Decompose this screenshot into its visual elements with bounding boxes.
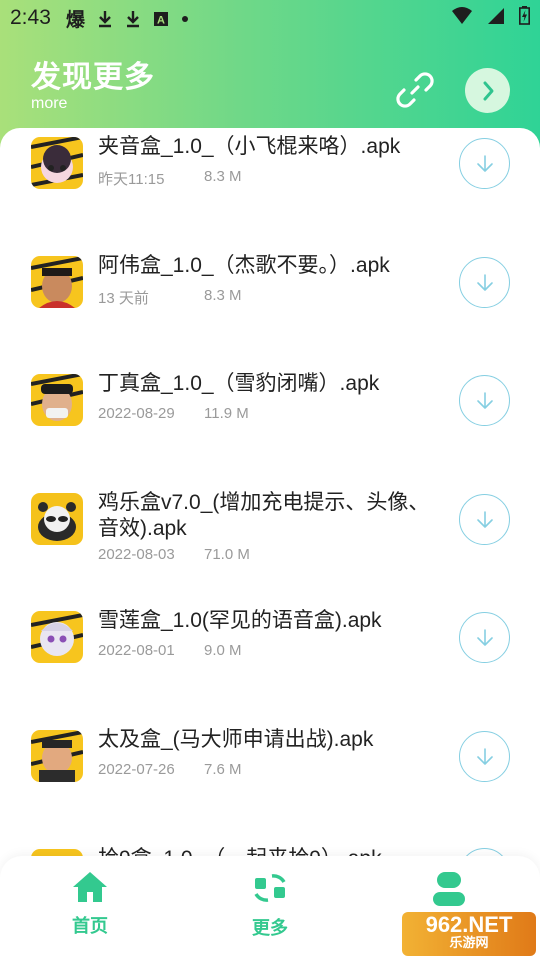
status-system-icons bbox=[451, 6, 530, 25]
download-arrow-icon bbox=[476, 510, 493, 528]
flame-text-icon: 爆 bbox=[66, 10, 86, 31]
file-meta: 2022-08-29 11.9 M bbox=[98, 405, 249, 422]
watermark-main: 962.NET bbox=[425, 912, 513, 937]
download-arrow-icon bbox=[476, 747, 493, 765]
signal-icon bbox=[488, 7, 504, 24]
chevron-right-icon bbox=[483, 81, 493, 100]
file-size: 7.6 M bbox=[204, 761, 242, 778]
file-date: 2022-07-26 bbox=[98, 761, 175, 778]
list-item[interactable]: 鸡乐盒v7.0_(增加充电提示、头像、音效).apk 2022-08-03 71.… bbox=[0, 484, 540, 594]
file-date: 13 天前 bbox=[98, 290, 149, 307]
app-icon bbox=[31, 611, 83, 663]
list-item[interactable]: 雪莲盒_1.0(罕见的语音盒).apk 2022-08-01 9.0 M bbox=[0, 602, 540, 712]
page-title: 发现更多 bbox=[31, 61, 155, 94]
list-item[interactable]: 夹音盒_1.0_（小飞棍来咯）.apk 昨天11:15 8.3 M bbox=[0, 128, 540, 238]
file-meta: 2022-07-26 7.6 M bbox=[98, 761, 242, 778]
status-bar: 2:43 爆 A bbox=[0, 0, 540, 36]
user-icon bbox=[433, 872, 465, 906]
download-icon bbox=[99, 10, 112, 27]
svg-text:A: A bbox=[157, 14, 165, 26]
download-icon bbox=[127, 10, 140, 27]
file-size: 8.3 M bbox=[204, 168, 242, 185]
file-meta: 昨天11:15 8.3 M bbox=[98, 168, 242, 189]
file-name: 夹音盒_1.0_（小飞棍来咯）.apk bbox=[98, 135, 401, 158]
file-meta: 2022-08-01 9.0 M bbox=[98, 642, 242, 659]
download-arrow-icon bbox=[476, 154, 493, 172]
download-button[interactable] bbox=[459, 138, 510, 189]
download-arrow-icon bbox=[476, 273, 493, 291]
app-icon bbox=[31, 137, 83, 189]
file-date: 2022-08-01 bbox=[98, 642, 175, 659]
link-button[interactable] bbox=[393, 68, 437, 112]
list-item[interactable]: 太及盒_(马大师申请出战).apk 2022-07-26 7.6 M bbox=[0, 721, 540, 831]
file-name: 雪莲盒_1.0(罕见的语音盒).apk bbox=[98, 609, 382, 632]
file-date: 2022-08-03 bbox=[98, 546, 175, 563]
file-list: 夹音盒_1.0_（小飞棍来咯）.apk 昨天11:15 8.3 M 阿伟盒_1.0… bbox=[0, 128, 540, 858]
file-size: 9.0 M bbox=[204, 642, 242, 659]
status-time: 2:43 bbox=[10, 6, 51, 29]
list-item[interactable]: 丁真盒_1.0_（雪豹闭嘴）.apk 2022-08-29 11.9 M bbox=[0, 365, 540, 475]
a-icon: A bbox=[154, 11, 169, 26]
nav-home-label: 首页 bbox=[72, 916, 108, 936]
download-arrow-icon bbox=[476, 391, 493, 409]
watermark-logo: 962.NET 乐游网 bbox=[402, 912, 536, 956]
file-meta: 13 天前 8.3 M bbox=[98, 287, 242, 308]
list-item[interactable]: 阿伟盒_1.0_（杰歌不要。）.apk 13 天前 8.3 M bbox=[0, 247, 540, 357]
download-arrow-icon bbox=[476, 628, 493, 646]
file-date: 昨天11:15 bbox=[98, 171, 165, 188]
nav-more-label: 更多 bbox=[252, 918, 288, 938]
file-meta: 2022-08-03 71.0 M bbox=[98, 546, 250, 563]
download-button[interactable] bbox=[459, 257, 510, 308]
home-icon bbox=[73, 872, 107, 902]
refresh-apps-icon bbox=[254, 874, 286, 902]
app-icon bbox=[31, 493, 83, 545]
wifi-icon bbox=[452, 6, 472, 24]
link-icon bbox=[396, 72, 434, 108]
file-name: 太及盒_(马大师申请出战).apk bbox=[98, 728, 374, 751]
file-size: 8.3 M bbox=[204, 287, 242, 304]
download-button[interactable] bbox=[459, 494, 510, 545]
app-icon bbox=[31, 256, 83, 308]
watermark-sub: 乐游网 bbox=[449, 935, 489, 950]
status-notification-icons: 爆 A bbox=[66, 5, 189, 32]
download-button[interactable] bbox=[459, 375, 510, 426]
download-button[interactable] bbox=[459, 731, 510, 782]
next-button[interactable] bbox=[465, 68, 510, 113]
file-name: 丁真盒_1.0_（雪豹闭嘴）.apk bbox=[98, 372, 380, 395]
nav-more[interactable]: 更多 bbox=[225, 870, 315, 950]
file-size: 71.0 M bbox=[204, 546, 250, 563]
file-date: 2022-08-29 bbox=[98, 405, 175, 422]
download-button[interactable] bbox=[459, 612, 510, 663]
app-icon bbox=[31, 730, 83, 782]
file-name: 阿伟盒_1.0_（杰歌不要。）.apk bbox=[98, 254, 390, 277]
page-subtitle: more bbox=[31, 95, 68, 112]
app-icon bbox=[31, 374, 83, 426]
battery-icon bbox=[519, 6, 530, 25]
nav-home[interactable]: 首页 bbox=[45, 870, 135, 950]
file-name: 鸡乐盒v7.0_(增加充电提示、头像、音效).apk bbox=[98, 491, 430, 540]
file-size: 11.9 M bbox=[204, 405, 249, 422]
dot-icon bbox=[182, 15, 189, 22]
